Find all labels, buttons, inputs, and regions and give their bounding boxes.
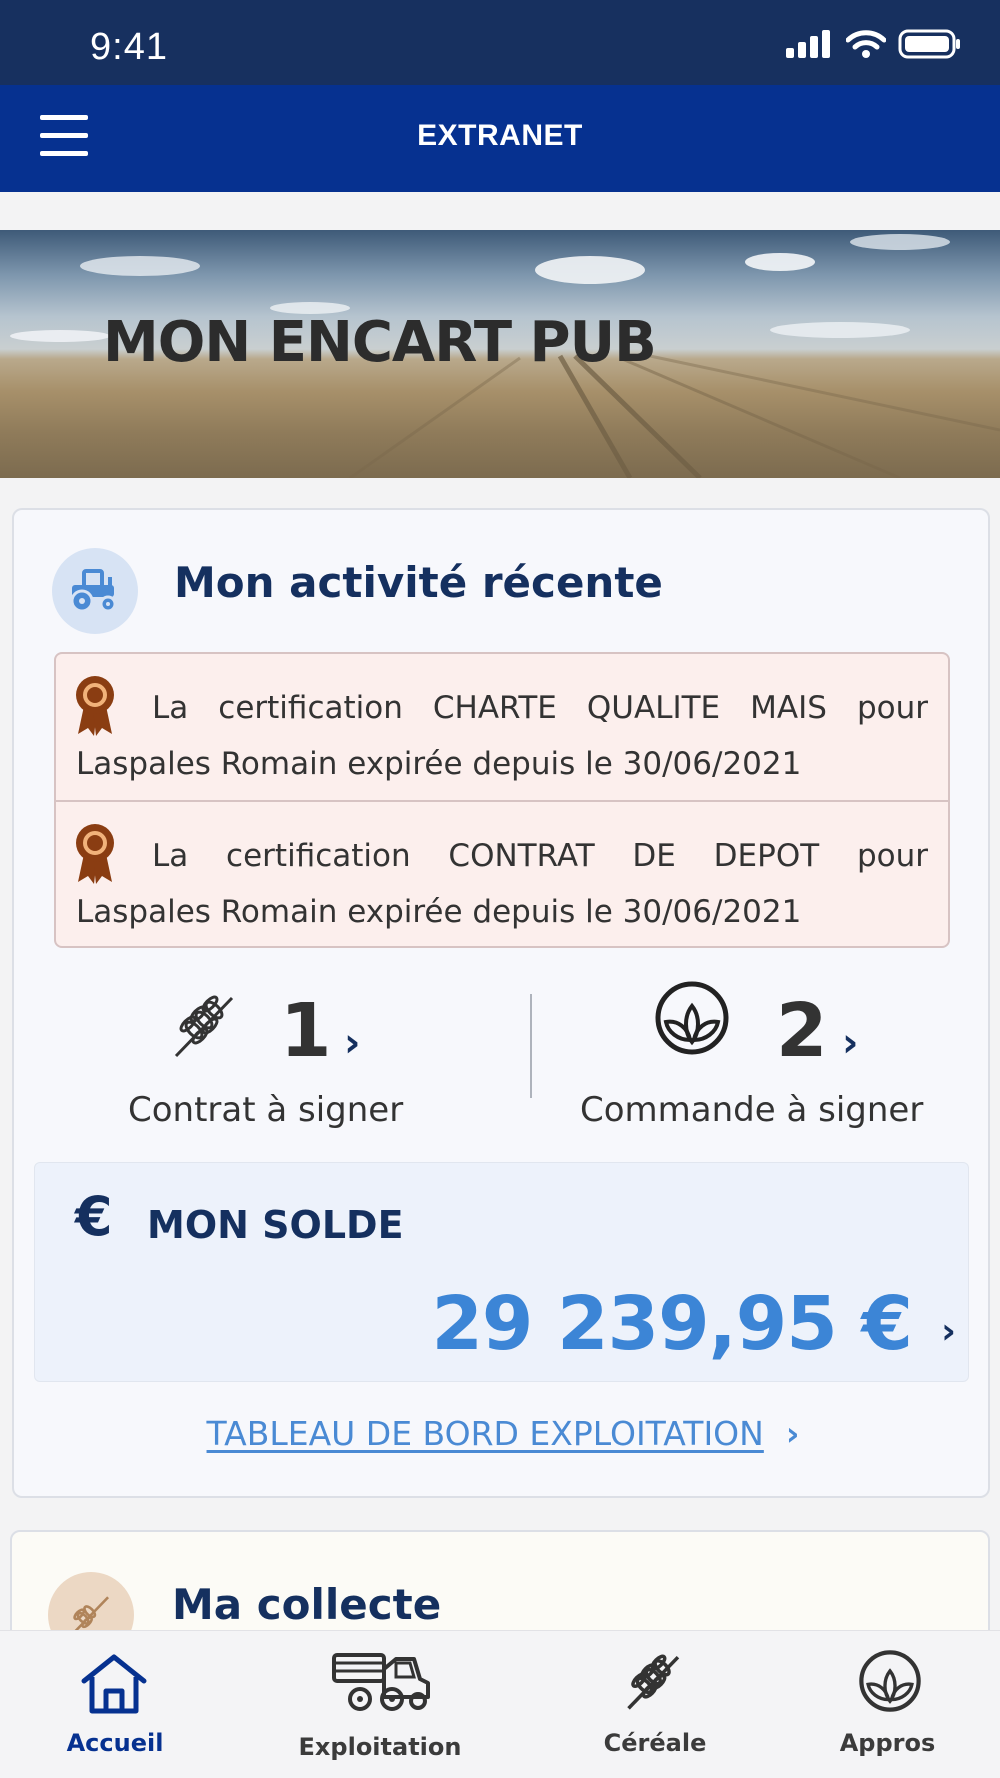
award-ribbon-icon (76, 676, 114, 736)
signal-icon (786, 30, 830, 58)
tab-label: Accueil (66, 1729, 164, 1757)
alert-item[interactable]: La certification CONTRAT DE DEPOT pour L… (56, 800, 948, 946)
app-title: EXTRANET (417, 119, 583, 152)
tab-accueil[interactable]: Accueil (40, 1631, 190, 1778)
pending-signatures: 1 › Contrat à signer 2 › Commande à sign… (14, 980, 992, 1150)
chevron-right-icon: › (785, 1414, 800, 1453)
chevron-right-icon: › (941, 1311, 956, 1352)
plant-leaf-icon (859, 1650, 921, 1712)
collecte-title: Ma collecte (172, 1580, 442, 1629)
harvester-icon (332, 1653, 430, 1711)
home-icon (81, 1654, 147, 1714)
status-bar: 9:41 (0, 0, 1000, 85)
chevron-right-icon: › (842, 1020, 859, 1066)
tab-appros[interactable]: Appros (820, 1631, 955, 1778)
recent-activity-card: Mon activité récente La certification CH… (12, 508, 990, 1498)
ad-banner[interactable]: MON ENCART PUB (0, 230, 1000, 478)
dashboard-link-text[interactable]: TABLEAU DE BORD EXPLOITATION (207, 1414, 764, 1453)
balance-panel[interactable]: € MON SOLDE 29 239,95 € › (34, 1162, 969, 1382)
tab-label: Céréale (603, 1729, 707, 1757)
battery-icon (898, 29, 960, 59)
orders-label: Commande à signer (580, 1090, 924, 1130)
wheat-icon (627, 1654, 680, 1710)
euro-icon: € (75, 1185, 113, 1248)
contracts-to-sign[interactable]: 1 › Contrat à signer (54, 980, 494, 1150)
contracts-count: 1 (280, 988, 332, 1074)
balance-amount: 29 239,95 € (431, 1281, 913, 1367)
tractor-icon (52, 548, 138, 634)
chevron-right-icon: › (344, 1020, 361, 1066)
alert-text: La certification CONTRAT DE DEPOT pour L… (76, 838, 928, 930)
tab-cereale[interactable]: Céréale (580, 1631, 730, 1778)
top-navigation-bar: EXTRANET (0, 85, 1000, 192)
certification-alerts: La certification CHARTE QUALITE MAIS pou… (54, 652, 950, 948)
ad-banner-title: MON ENCART PUB (103, 310, 657, 375)
alert-text: La certification CHARTE QUALITE MAIS pou… (76, 690, 928, 782)
award-ribbon-icon (76, 824, 114, 884)
divider (530, 994, 532, 1098)
wheat-icon (174, 995, 234, 1058)
wifi-icon (846, 30, 886, 58)
alert-item[interactable]: La certification CHARTE QUALITE MAIS pou… (56, 654, 948, 800)
balance-label: MON SOLDE (147, 1203, 404, 1247)
tab-exploitation[interactable]: Exploitation (290, 1631, 470, 1778)
bottom-tab-bar: Accueil Exploitation Céréale Appros (0, 1630, 1000, 1778)
dashboard-link[interactable]: TABLEAU DE BORD EXPLOITATION › (14, 1414, 992, 1453)
tab-label: Exploitation (298, 1733, 462, 1761)
plant-leaf-icon (655, 981, 729, 1055)
contracts-label: Contrat à signer (128, 1090, 404, 1130)
status-icons (786, 28, 962, 60)
recent-activity-title: Mon activité récente (174, 558, 663, 607)
tab-label: Appros (839, 1729, 936, 1757)
orders-to-sign[interactable]: 2 › Commande à signer (544, 980, 984, 1150)
status-time: 9:41 (90, 26, 168, 68)
orders-count: 2 (776, 988, 828, 1074)
